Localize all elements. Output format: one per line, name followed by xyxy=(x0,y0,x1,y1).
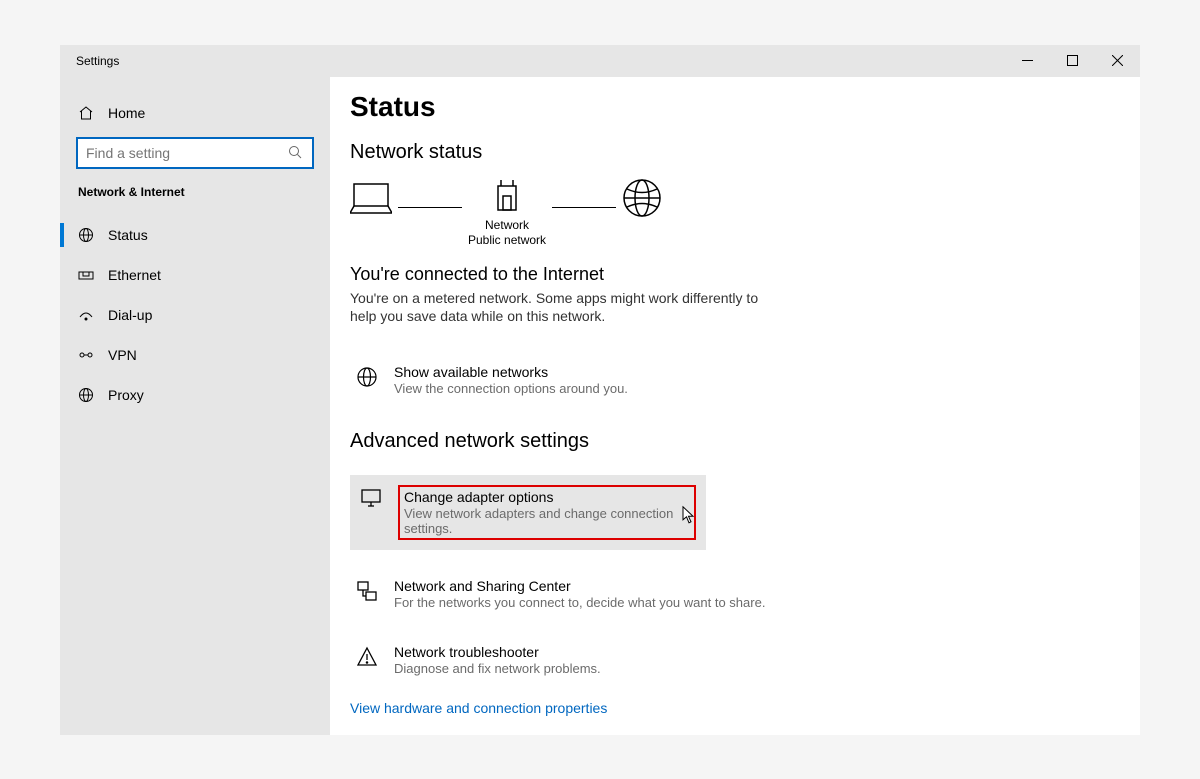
diagram-type-label: Public network xyxy=(468,233,546,249)
change-adapter-option[interactable]: Change adapter options View network adap… xyxy=(350,475,706,550)
sidebar-item-label: VPN xyxy=(108,347,137,363)
hardware-properties-link[interactable]: View hardware and connection properties xyxy=(350,700,1100,716)
sidebar-item-ethernet[interactable]: Ethernet xyxy=(60,255,330,295)
proxy-icon xyxy=(78,387,94,403)
show-networks-option[interactable]: Show available networks View the connect… xyxy=(350,358,1100,402)
warning-icon xyxy=(356,646,378,668)
internet-globe-icon xyxy=(622,178,662,218)
sharing-center-option[interactable]: Network and Sharing Center For the netwo… xyxy=(350,572,1100,616)
window-body: Home Network & Internet Status Ethernet xyxy=(60,77,1140,735)
sharing-title: Network and Sharing Center xyxy=(394,578,765,594)
sidebar-item-label: Status xyxy=(108,227,148,243)
monitor-icon xyxy=(360,487,382,509)
page-title: Status xyxy=(350,91,1100,123)
sidebar-item-vpn[interactable]: VPN xyxy=(60,335,330,375)
search-field[interactable] xyxy=(86,139,288,167)
search-input[interactable] xyxy=(76,137,314,169)
network-diagram: NetworkPublic network xyxy=(350,178,1100,250)
cursor-icon xyxy=(682,506,696,524)
sharing-desc: For the networks you connect to, decide … xyxy=(394,595,765,610)
sidebar-item-label: Dial-up xyxy=(108,307,152,323)
trouble-desc: Diagnose and fix network problems. xyxy=(394,661,601,676)
ethernet-icon xyxy=(78,267,94,283)
connected-heading: You're connected to the Internet xyxy=(350,264,1100,285)
globe-icon xyxy=(78,227,94,243)
settings-window: Settings Home Network & Internet Sta xyxy=(60,45,1140,735)
sidebar-item-status[interactable]: Status xyxy=(60,215,330,255)
show-networks-title: Show available networks xyxy=(394,364,628,380)
dialup-icon xyxy=(78,307,94,323)
section-advanced: Advanced network settings xyxy=(350,430,1100,453)
computer-icon xyxy=(350,180,392,216)
window-controls xyxy=(1005,45,1140,77)
sidebar-item-proxy[interactable]: Proxy xyxy=(60,375,330,415)
section-network-status: Network status xyxy=(350,141,1100,164)
maximize-button[interactable] xyxy=(1050,45,1095,77)
home-label: Home xyxy=(108,105,145,121)
minimize-button[interactable] xyxy=(1005,45,1050,77)
sharing-icon xyxy=(356,580,378,602)
router-icon xyxy=(492,180,522,216)
search-icon xyxy=(288,145,304,161)
sidebar-item-label: Proxy xyxy=(108,387,144,403)
close-button[interactable] xyxy=(1095,45,1140,77)
category-label: Network & Internet xyxy=(60,181,330,207)
sidebar-item-label: Ethernet xyxy=(108,267,161,283)
show-networks-desc: View the connection options around you. xyxy=(394,381,628,396)
sidebar-item-dialup[interactable]: Dial-up xyxy=(60,295,330,335)
vpn-icon xyxy=(78,347,94,363)
troubleshooter-option[interactable]: Network troubleshooter Diagnose and fix … xyxy=(350,638,1100,682)
connected-description: You're on a metered network. Some apps m… xyxy=(350,289,780,327)
content-area: Status Network status NetworkPublic netw… xyxy=(330,77,1140,735)
globe-icon xyxy=(356,366,378,388)
home-button[interactable]: Home xyxy=(60,93,330,133)
adapter-desc: View network adapters and change connect… xyxy=(404,506,690,536)
sidebar: Home Network & Internet Status Ethernet xyxy=(60,77,330,735)
home-icon xyxy=(78,105,94,121)
titlebar: Settings xyxy=(60,45,1140,77)
diagram-network-label: Network xyxy=(468,218,546,234)
window-title: Settings xyxy=(76,54,1005,68)
trouble-title: Network troubleshooter xyxy=(394,644,601,660)
adapter-title: Change adapter options xyxy=(404,489,690,505)
